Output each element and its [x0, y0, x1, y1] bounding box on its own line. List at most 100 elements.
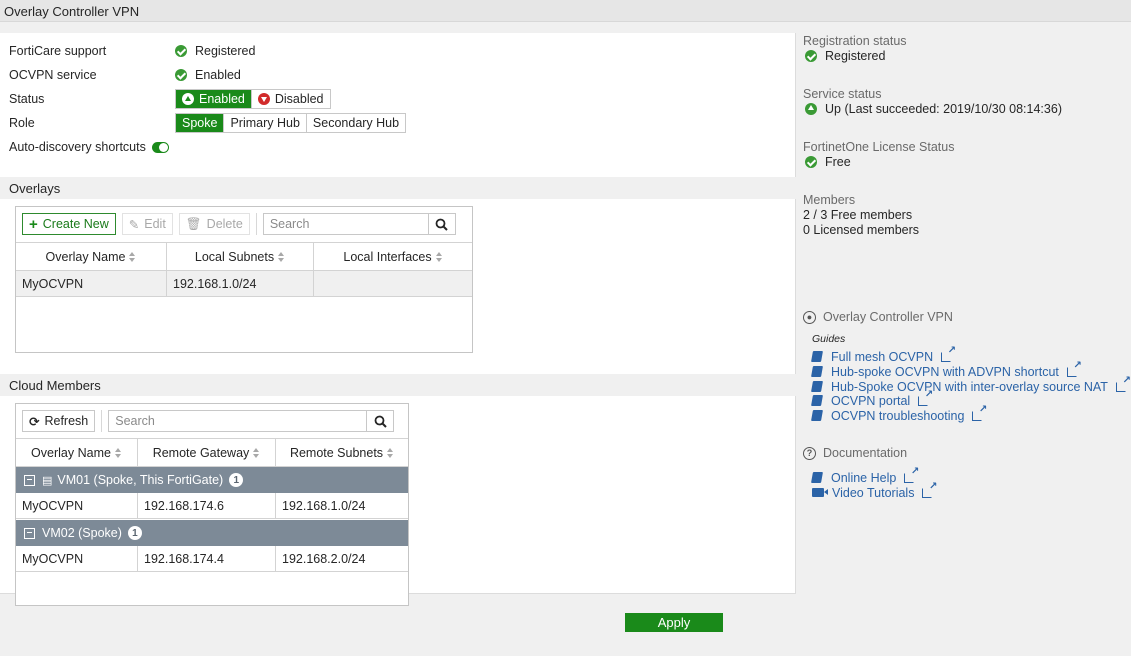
collapse-icon[interactable] [24, 474, 35, 486]
doc-link-video-tutorials[interactable]: Video Tutorials [812, 481, 937, 500]
video-camera-icon [812, 488, 828, 497]
arrow-up-circle-icon [805, 103, 817, 115]
search-icon[interactable] [366, 411, 393, 431]
overlays-search [262, 213, 456, 235]
external-link-icon [922, 481, 937, 498]
cloud-members-search-input[interactable] [109, 411, 367, 431]
cell-remote-gateway: 192.168.174.6 [138, 493, 276, 519]
cell-overlay-name: MyOCVPN [16, 546, 138, 572]
group-row-vm02[interactable]: VM02 (Spoke) 1 [16, 520, 408, 546]
count-badge: 1 [229, 473, 244, 487]
apply-button[interactable]: Apply [625, 613, 723, 632]
cell-remote-gateway: 192.168.174.4 [138, 546, 276, 572]
role-toggle-group: Spoke Primary Hub Secondary Hub [175, 113, 407, 133]
service-status-label: Service status [803, 87, 882, 101]
guide-link-hub-spoke-advpn[interactable]: Hub-spoke OCVPN with ADVPN shortcut [811, 360, 1082, 379]
external-link-icon [941, 345, 956, 362]
refresh-icon: ⟳ [29, 414, 40, 429]
plus-icon: + [29, 215, 38, 233]
forticare-status: Registered [175, 44, 255, 58]
status-toggle-group: Enabled Disabled [175, 89, 331, 109]
book-icon [811, 410, 823, 421]
ocvpn-service-label: OCVPN service [9, 68, 97, 82]
guide-link-portal[interactable]: OCVPN portal [811, 389, 933, 408]
overlays-toolbar: + Create New ✎ Edit 🗑 Delete [22, 213, 456, 235]
col-local-interfaces[interactable]: Local Interfaces [314, 242, 472, 271]
pencil-icon: ✎ [128, 217, 140, 232]
cell-remote-subnets: 192.168.2.0/24 [282, 552, 366, 566]
cell-overlay-name: MyOCVPN [16, 493, 138, 519]
cloud-members-toolbar: ⟳ Refresh [22, 410, 395, 432]
guide-link-hub-spoke-nat[interactable]: Hub-Spoke OCVPN with inter-overlay sourc… [811, 375, 1131, 394]
cloud-members-section-header: Cloud Members [0, 374, 796, 396]
create-new-button[interactable]: + Create New [22, 213, 116, 235]
sort-icon [114, 447, 122, 458]
question-circle-icon: ? [803, 446, 816, 460]
sort-icon [253, 447, 260, 458]
col-overlay-name[interactable]: Overlay Name [16, 438, 138, 467]
toolbar-divider [255, 213, 257, 235]
main-panel: FortiCare support Registered OCVPN servi… [0, 33, 796, 606]
arrow-up-circle-icon [182, 93, 194, 105]
role-primary-hub-button[interactable]: Primary Hub [224, 114, 307, 132]
window-title: Overlay Controller VPN [0, 0, 1131, 22]
col-overlay-name[interactable]: Overlay Name [16, 242, 167, 271]
status-label: Status [9, 92, 45, 106]
overlays-section-header: Overlays [0, 177, 796, 199]
license-status-value: Free [803, 155, 851, 169]
role-secondary-hub-button[interactable]: Secondary Hub [306, 114, 406, 132]
guides-label: Guides [812, 333, 846, 345]
role-spoke-button[interactable]: Spoke [176, 114, 225, 132]
book-icon [811, 472, 823, 483]
col-remote-subnets[interactable]: Remote Subnets [276, 438, 408, 467]
cell-local-interfaces [314, 271, 472, 297]
cell-local-subnets: 192.168.1.0/24 [167, 271, 314, 297]
check-circle-icon [805, 50, 817, 62]
table-row[interactable]: MyOCVPN 192.168.174.4 192.168.2.0/24 [16, 546, 408, 572]
sort-icon [387, 447, 394, 458]
ocvpn-service-value: Enabled [195, 68, 241, 82]
ocvpn-help-heading: ● Overlay Controller VPN [803, 310, 953, 324]
guide-link-troubleshooting[interactable]: OCVPN troubleshooting [811, 404, 987, 423]
auto-discovery-label: Auto-discovery shortcuts [9, 140, 146, 154]
search-icon[interactable] [427, 214, 455, 234]
table-row[interactable]: MyOCVPN 192.168.1.0/24 [16, 271, 472, 297]
group-row-vm01[interactable]: ▤ VM01 (Spoke, This FortiGate) 1 [16, 467, 408, 493]
edit-button[interactable]: ✎ Edit [121, 213, 173, 235]
license-status-label: FortinetOne License Status [803, 140, 955, 154]
members-label: Members [803, 193, 856, 207]
table-row[interactable]: MyOCVPN 192.168.174.6 192.168.1.0/24 [16, 493, 408, 519]
fortigate-device-icon: ▤ [42, 474, 53, 487]
doc-link-online-help[interactable]: Online Help [811, 466, 919, 485]
guide-link-full-mesh[interactable]: Full mesh OCVPN [811, 345, 956, 364]
sort-icon [435, 251, 443, 262]
status-enabled-button[interactable]: Enabled [176, 90, 252, 108]
status-disabled-button[interactable]: Disabled [251, 90, 330, 108]
refresh-button[interactable]: ⟳ Refresh [22, 410, 96, 432]
members-free: 2 / 3 Free members [803, 208, 913, 222]
overlays-widget: +Create New ✎Edit 🗑Delete Overlay Name L… [15, 206, 473, 353]
members-licensed: 0 Licensed members [803, 223, 920, 237]
registration-status-label: Registration status [803, 34, 907, 48]
col-remote-gateway[interactable]: Remote Gateway [138, 438, 276, 467]
auto-discovery-row: Auto-discovery shortcuts [9, 136, 169, 158]
delete-button[interactable]: 🗑 Delete [178, 213, 250, 235]
sort-icon [129, 251, 136, 262]
external-link-icon [972, 404, 987, 421]
check-circle-icon [175, 69, 187, 81]
registration-status-value: Registered [803, 49, 885, 63]
sort-icon [278, 251, 285, 262]
collapse-icon[interactable] [24, 527, 35, 539]
overlays-search-input[interactable] [263, 214, 428, 234]
auto-discovery-toggle[interactable] [151, 141, 169, 153]
book-icon [811, 381, 823, 392]
cell-remote-subnets: 192.168.1.0/24 [282, 499, 366, 513]
check-circle-icon [175, 45, 187, 57]
documentation-heading: ? Documentation [803, 446, 907, 460]
external-link-icon [904, 466, 919, 483]
cloud-members-widget: ⟳Refresh Overlay Name Remote Gateway Rem… [15, 403, 409, 606]
col-local-subnets[interactable]: Local Subnets [167, 242, 314, 271]
external-link-icon [1066, 360, 1082, 377]
book-icon [811, 351, 823, 362]
role-label: Role [9, 116, 35, 130]
